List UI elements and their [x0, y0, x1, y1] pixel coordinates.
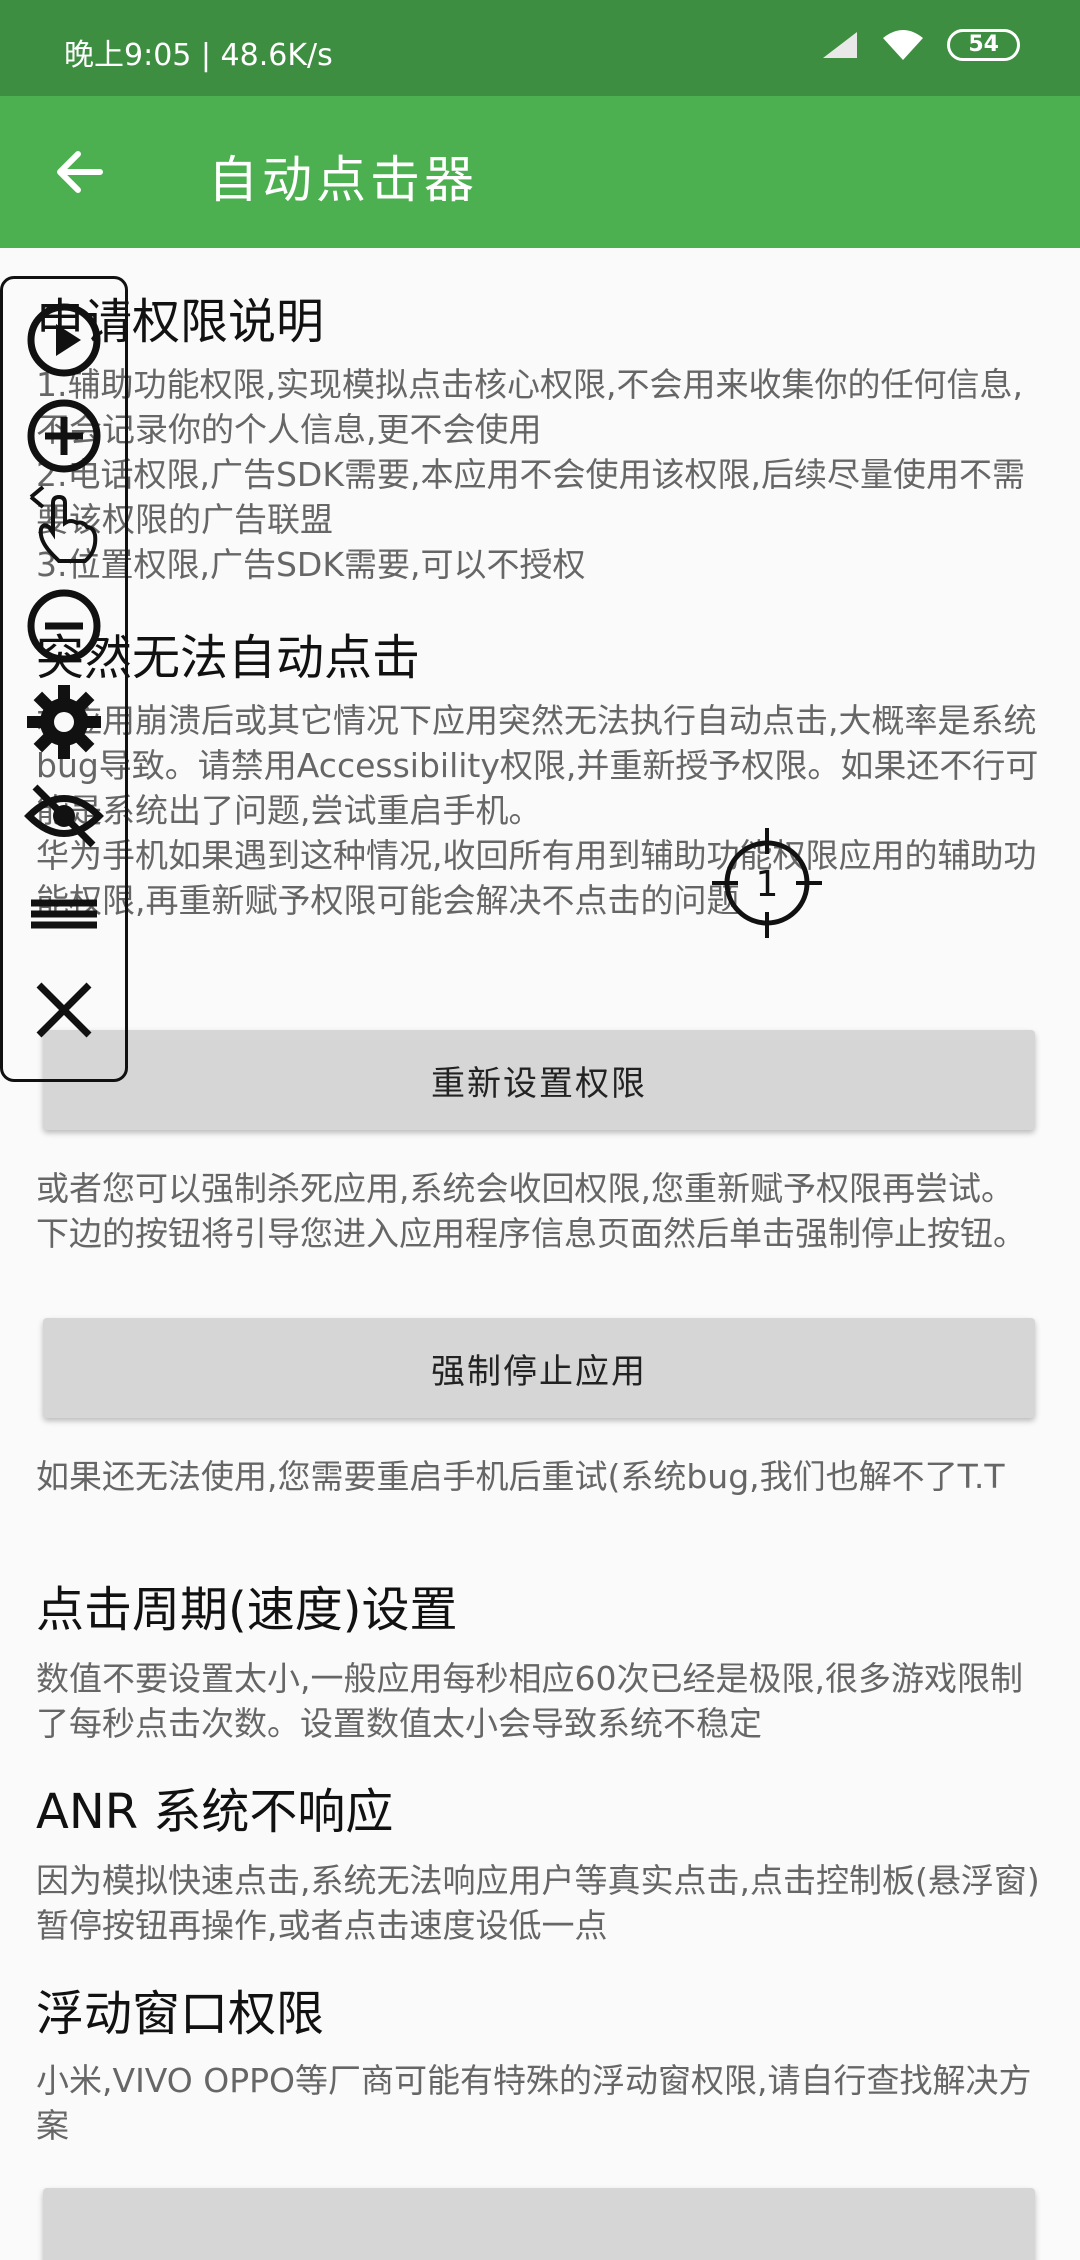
add-point-icon[interactable] — [23, 395, 105, 477]
menu-icon[interactable] — [23, 873, 105, 955]
anr-heading: ANR 系统不响应 — [36, 1784, 394, 1840]
play-icon[interactable] — [23, 299, 105, 381]
battery-indicator: 54 — [947, 29, 1020, 61]
swipe-gesture-icon[interactable] — [23, 485, 105, 567]
click-point-crosshair-icon[interactable]: 1 — [712, 828, 822, 938]
permission-text: 1.辅助功能权限,实现模拟点击核心权限,不会用来收集你的任何信息,不会记录你的个… — [36, 365, 1025, 584]
back-arrow-icon[interactable] — [50, 142, 110, 202]
float-window-text: 小米,VIVO OPPO等厂商可能有特殊的浮动窗权限,请自行查找解决方案 — [36, 2061, 1032, 2145]
help-content[interactable]: 申请权限说明 1.辅助功能权限,实现模拟点击核心权限,不会用来收集你的任何信息,… — [0, 248, 1080, 2260]
force-stop-button[interactable]: 强制停止应用 — [43, 1318, 1035, 1418]
remove-point-icon[interactable] — [23, 585, 105, 667]
float-window-heading: 浮动窗口权限 — [36, 1986, 325, 2042]
restart-text: 如果还无法使用,您需要重启手机后重试(系统bug,我们也解不了T.T — [36, 1457, 1005, 1496]
period-text: 数值不要设置太小,一般应用每秒相应60次已经是极限,很多游戏限制了每秒点击次数。… — [36, 1659, 1023, 1743]
signal-icon — [823, 32, 858, 58]
app-toolbar: 自动点击器 — [0, 96, 1080, 248]
bottom-button[interactable] — [43, 2188, 1035, 2260]
reset-permission-button[interactable]: 重新设置权限 — [43, 1030, 1035, 1130]
click-point-label: 1 — [756, 864, 779, 905]
close-icon[interactable] — [23, 969, 105, 1051]
auto-click-text: 本应用崩溃后或其它情况下应用突然无法执行自动点击,大概率是系统bug导致。请禁用… — [36, 701, 1039, 920]
page-title: 自动点击器 — [208, 151, 478, 209]
wifi-icon — [883, 30, 924, 60]
status-bar: 晚上9:05 | 48.6K/s 54 — [0, 0, 1080, 96]
hide-eye-icon[interactable] — [23, 775, 105, 857]
force-stop-text: 或者您可以强制杀死应用,系统会收回权限,您重新赋予权限再尝试。下边的按钮将引导您… — [36, 1169, 1026, 1253]
anr-text: 因为模拟快速点击,系统无法响应用户等真实点击,点击控制板(悬浮窗)暂停按钮再操作… — [36, 1861, 1040, 1945]
status-time: 晚上9:05 | 48.6K/s — [64, 38, 333, 73]
floating-control-panel[interactable] — [0, 276, 128, 1082]
settings-gear-icon[interactable] — [23, 681, 105, 763]
period-heading: 点击周期(速度)设置 — [36, 1582, 458, 1638]
